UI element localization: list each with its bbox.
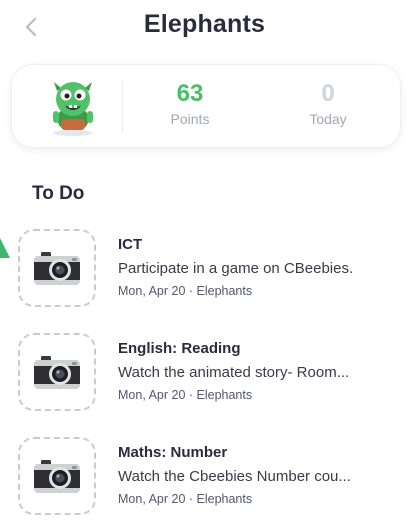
card-divider: [122, 81, 123, 133]
task-thumbnail: [18, 229, 96, 307]
page-title: Elephants: [143, 10, 266, 38]
todo-task-item[interactable]: Maths: Number Watch the Cbeebies Number …: [18, 437, 398, 527]
task-text: Maths: Number Watch the Cbeebies Number …: [118, 443, 403, 508]
task-description: Watch the animated story- Room...: [118, 364, 350, 381]
task-meta: Mon, Apr 20 · Elephants: [118, 284, 253, 298]
task-description: Participate in a game on CBeebies.: [118, 260, 354, 277]
task-subject: ICT: [118, 236, 143, 253]
todo-task-item[interactable]: English: Reading Watch the animated stor…: [18, 333, 398, 423]
points-stat: 63 Points: [140, 79, 240, 127]
points-label: Points: [170, 111, 210, 127]
task-description: Watch the Cbeebies Number cou...: [118, 468, 351, 485]
task-text: ICT Participate in a game on CBeebies. M…: [118, 235, 403, 300]
camera-icon: [34, 356, 80, 389]
camera-icon: [34, 252, 80, 285]
today-stat: 0 Today: [278, 79, 378, 127]
task-subject: Maths: Number: [118, 444, 228, 461]
points-value: 63: [176, 80, 204, 107]
today-label: Today: [309, 111, 347, 127]
task-thumbnail: [18, 333, 96, 411]
task-subject: English: Reading: [118, 340, 241, 357]
header: Elephants: [0, 0, 409, 52]
todo-task-item[interactable]: ICT Participate in a game on CBeebies. M…: [18, 229, 398, 319]
todo-section-title: To Do: [32, 183, 85, 204]
task-text: English: Reading Watch the animated stor…: [118, 339, 403, 404]
pointer-arrow-icon: [0, 238, 10, 258]
today-value: 0: [321, 80, 335, 107]
stats-card: 63 Points 0 Today: [11, 64, 401, 148]
camera-icon: [34, 460, 80, 493]
green-monster-avatar[interactable]: [44, 75, 102, 137]
task-thumbnail: [18, 437, 96, 515]
task-meta: Mon, Apr 20 · Elephants: [118, 388, 253, 402]
task-meta: Mon, Apr 20 · Elephants: [118, 492, 253, 506]
